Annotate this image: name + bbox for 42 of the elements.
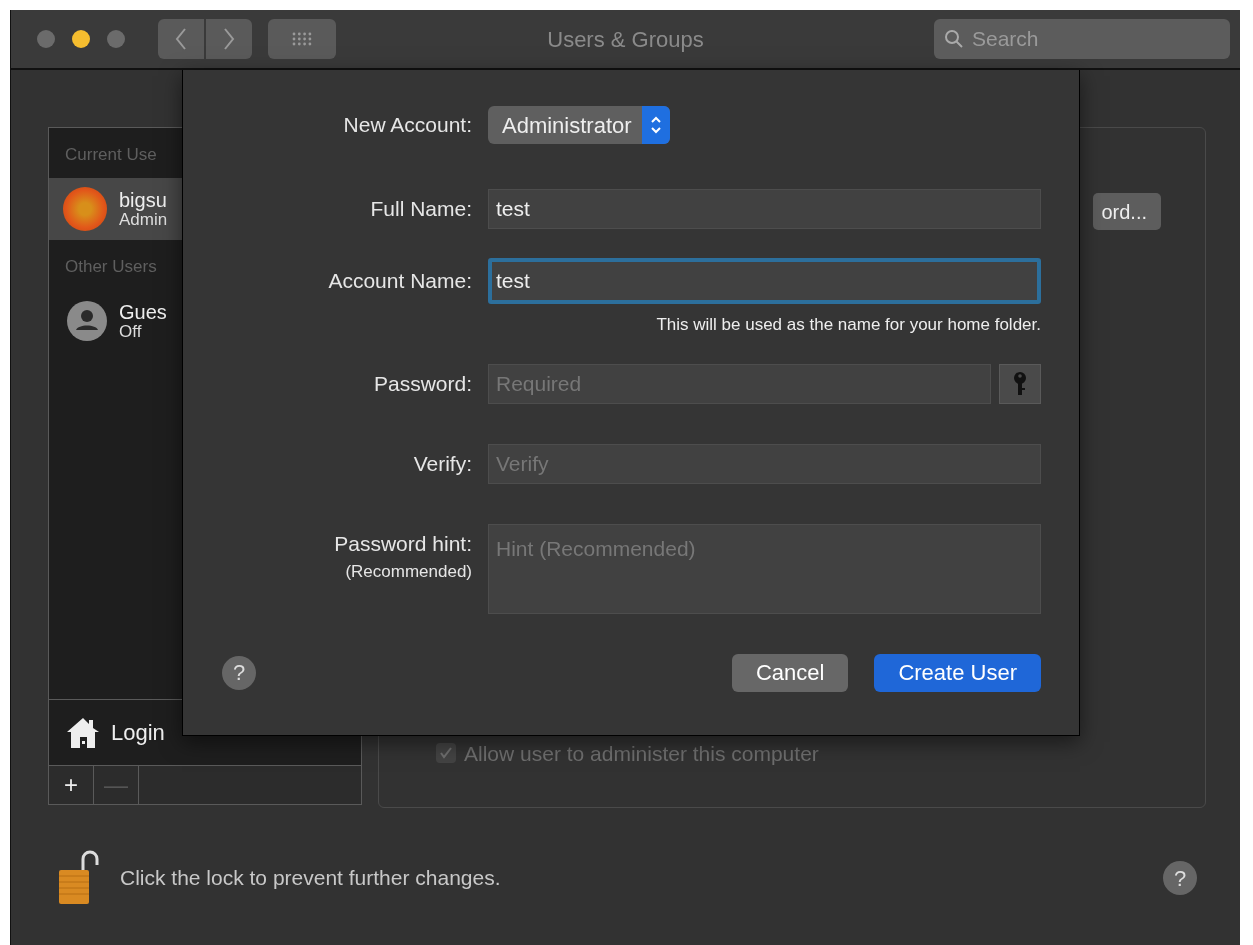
window-title: Users & Groups [547, 26, 704, 52]
forward-button[interactable] [206, 19, 252, 59]
window-control-dot[interactable] [72, 30, 90, 48]
password-button[interactable]: ord... [1093, 193, 1161, 230]
field-label: Full Name: [369, 196, 472, 223]
user-name: bigsu [119, 188, 168, 211]
search-field[interactable]: Search [934, 19, 1230, 59]
user-role: Admin [119, 210, 168, 230]
password-assistant-button[interactable] [999, 363, 1041, 404]
cancel-button[interactable]: Cancel [731, 653, 849, 692]
help-button[interactable]: ? [1163, 861, 1197, 895]
user-name: Gues [119, 300, 167, 323]
grid-icon [291, 31, 313, 47]
field-label: Verify: [412, 450, 472, 477]
key-icon [1013, 370, 1027, 397]
user-silhouette-icon [67, 301, 107, 341]
user-role: Off [119, 322, 143, 342]
login-options-item[interactable]: Login [111, 716, 165, 749]
house-icon [65, 715, 101, 750]
avatar-photo-placeholder [63, 187, 107, 231]
padlock-icon[interactable] [56, 850, 100, 906]
window-control-dot[interactable] [107, 30, 125, 48]
field-label: Password: [372, 370, 472, 397]
input-field[interactable]: test [488, 258, 1041, 304]
create-user-button[interactable]: Create User [874, 653, 1041, 692]
account-type-dropdown[interactable]: Administrator [488, 106, 670, 144]
stepper-chevrons-icon [649, 115, 662, 135]
back-chevron-icon [174, 27, 188, 51]
lock-message: Click the lock to prevent further changes. [120, 865, 501, 892]
field-note: This will be used as the name for your home folder. [655, 314, 1041, 336]
field-sublabel: (Recommended) [344, 561, 472, 583]
input-field[interactable]: test [488, 189, 1041, 229]
window-control-dot[interactable] [37, 30, 55, 48]
field-label: New Account: [342, 112, 472, 139]
show-all-button[interactable] [268, 19, 336, 59]
checkbox-label: Allow user to administer this computer [464, 740, 819, 767]
back-button[interactable] [158, 19, 204, 59]
add-button[interactable]: + [49, 766, 94, 804]
section-header: Current Use [64, 144, 158, 166]
forward-chevron-icon [222, 27, 236, 51]
field-label: Password hint: [334, 531, 472, 555]
help-button[interactable]: ? [222, 655, 256, 690]
